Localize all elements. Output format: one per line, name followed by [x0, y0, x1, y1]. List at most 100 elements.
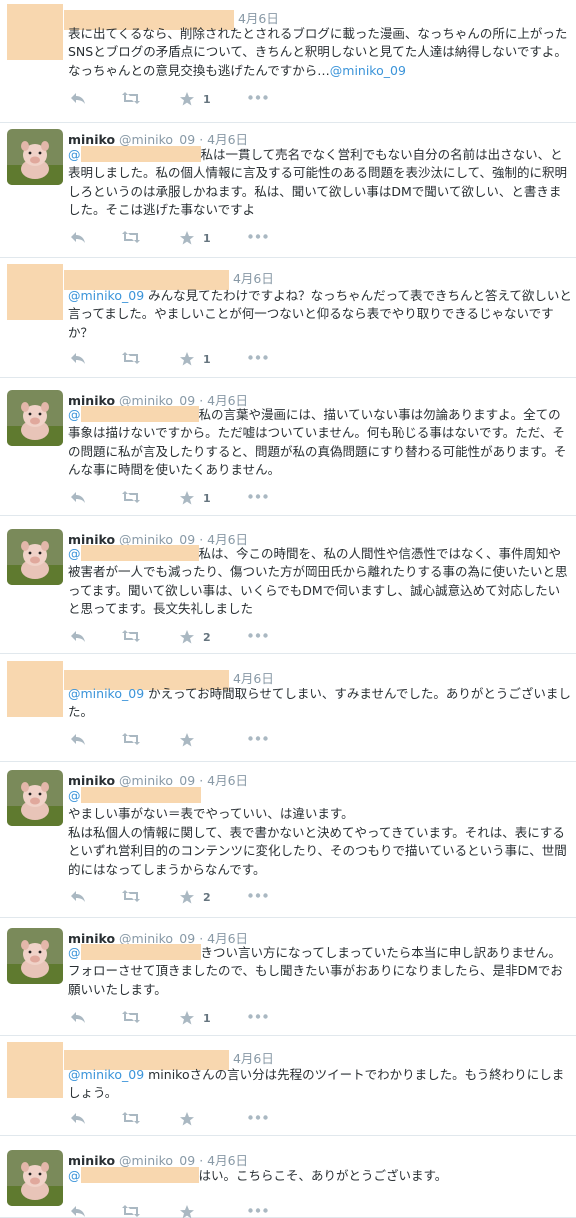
favorite-icon[interactable] — [180, 231, 194, 245]
author-handle[interactable]: @miniko_09 — [119, 1153, 195, 1168]
avatar[interactable] — [7, 928, 63, 984]
avatar[interactable] — [7, 129, 63, 185]
favorite-icon[interactable] — [180, 733, 194, 747]
reply-icon[interactable] — [70, 352, 86, 365]
separator-dot: · — [199, 132, 204, 147]
more-icon[interactable] — [248, 355, 268, 360]
more-icon[interactable] — [248, 633, 268, 638]
mention-link[interactable]: @miniko_09 — [68, 1067, 144, 1082]
more-icon[interactable] — [248, 494, 268, 499]
tweet[interactable]: miniko @miniko_09 · 4月6日 @ やましい事がない＝表でやってい… — [0, 762, 576, 918]
tweet[interactable]: miniko @miniko_09 · 4月6日 @ きつい言い方になってしまってい… — [0, 918, 576, 1036]
redacted-avatar[interactable] — [7, 264, 63, 320]
tweet[interactable]: miniko @miniko_09 · 4月6日 @ 私は一貫して売名でなく営利でも… — [0, 123, 576, 258]
reply-icon[interactable] — [70, 630, 86, 643]
favorite-icon[interactable] — [180, 352, 194, 366]
avatar[interactable] — [7, 390, 63, 446]
more-icon[interactable] — [248, 1208, 268, 1213]
tweet[interactable]: 4月6日 @miniko_09 みんな見てたわけですよね？なっちゃんだって表できち… — [0, 258, 576, 378]
author-name[interactable]: miniko — [68, 132, 115, 147]
reply-icon[interactable] — [70, 733, 86, 746]
retweet-icon[interactable] — [122, 890, 140, 902]
more-icon[interactable] — [248, 1115, 268, 1120]
author-handle[interactable]: @miniko_09 — [119, 132, 195, 147]
favorite-icon[interactable] — [180, 630, 194, 644]
tweet-body: かえってお時間取らせてしまい、すみませんでした。ありがとうございました。 — [68, 686, 571, 720]
reply-icon[interactable] — [70, 231, 86, 244]
mention-link[interactable]: @miniko_09 — [330, 63, 406, 78]
favorite-icon[interactable] — [180, 1112, 194, 1126]
favorite-count: 1 — [203, 232, 211, 245]
retweet-icon[interactable] — [122, 231, 140, 243]
retweet-icon[interactable] — [122, 630, 140, 642]
more-icon[interactable] — [248, 736, 268, 741]
tweet-date[interactable]: 4月6日 — [207, 773, 248, 788]
redacted-mention — [80, 787, 201, 803]
mention-link[interactable]: @ — [68, 407, 81, 422]
retweet-icon[interactable] — [122, 92, 140, 104]
mention-link[interactable]: @ — [68, 945, 81, 960]
avatar[interactable] — [7, 770, 63, 826]
tweet[interactable]: 4月6日 @miniko_09 かえってお時間取らせてしまい、すみませんでした。あ… — [0, 654, 576, 762]
favorite-count: 1 — [203, 93, 211, 106]
separator-dot: · — [199, 773, 204, 788]
favorite-icon[interactable] — [180, 890, 194, 904]
favorite-count: 1 — [203, 1012, 211, 1025]
tweet[interactable]: 4月6日 表に出てくるなら、削除されたとされるブログに載った漫画、なっちゃんの所に… — [0, 0, 576, 123]
author-handle[interactable]: @miniko_09 — [119, 773, 195, 788]
favorite-count: 2 — [203, 891, 211, 904]
avatar[interactable] — [7, 1150, 63, 1206]
mention-link[interactable]: @ — [68, 1168, 81, 1183]
more-icon[interactable] — [248, 95, 268, 100]
tweet-text-line: 私は私個人の情報に関して、表で書かないと決めてやってきています。それは、表にする… — [68, 824, 567, 877]
retweet-icon[interactable] — [122, 1205, 140, 1217]
tweet[interactable]: miniko @miniko_09 · 4月6日 @ 私の言葉や漫画には、描いていな… — [0, 378, 576, 516]
tweet-date[interactable]: 4月6日 — [233, 271, 274, 286]
favorite-count: 1 — [203, 353, 211, 366]
favorite-icon[interactable] — [180, 491, 194, 505]
tweet-date[interactable]: 4月6日 — [207, 1153, 248, 1168]
tweet-text-line: やましい事がない＝表でやっていい、は違います。 — [68, 806, 354, 822]
tweet-date[interactable]: 4月6日 — [238, 11, 279, 26]
tweet-date[interactable]: 4月6日 — [233, 671, 274, 686]
tweet-body: 表に出てくるなら、削除されたとされるブログに載った漫画、なっちゃんの所に上がった… — [68, 26, 568, 78]
tweet-date[interactable]: 4月6日 — [233, 1051, 274, 1066]
reply-icon[interactable] — [70, 890, 86, 903]
favorite-icon[interactable] — [180, 92, 194, 106]
mention-link[interactable]: @ — [68, 147, 81, 162]
redacted-avatar[interactable] — [7, 4, 63, 60]
more-icon[interactable] — [248, 1014, 268, 1019]
retweet-icon[interactable] — [122, 352, 140, 364]
reply-icon[interactable] — [70, 92, 86, 105]
retweet-icon[interactable] — [122, 491, 140, 503]
more-icon[interactable] — [248, 893, 268, 898]
author-name[interactable]: miniko — [68, 773, 115, 788]
tweet-body: みんな見てたわけですよね？なっちゃんだって表できちんと答えて欲しいと言ってました… — [68, 288, 572, 340]
mention-link[interactable]: @miniko_09 — [68, 686, 144, 701]
redacted-avatar[interactable] — [7, 1042, 63, 1098]
favorite-icon[interactable] — [180, 1205, 194, 1218]
redacted-avatar[interactable] — [7, 661, 63, 717]
tweet-text: @ 私は、今この時間を、私の人間性や信憑性ではなく、事件周知や被害者が一人でも減っ… — [68, 545, 572, 619]
author-name[interactable]: miniko — [68, 1153, 115, 1168]
reply-icon[interactable] — [70, 1011, 86, 1024]
retweet-icon[interactable] — [122, 733, 140, 745]
tweet-date[interactable]: 4月6日 — [207, 132, 248, 147]
favorite-icon[interactable] — [180, 1011, 194, 1025]
tweet[interactable]: miniko @miniko_09 · 4月6日 @ はい。こちらこそ、ありがとうご… — [0, 1136, 576, 1218]
mention-link[interactable]: @ — [68, 788, 81, 803]
retweet-icon[interactable] — [122, 1112, 140, 1124]
tweet-text: @miniko_09 かえってお時間取らせてしまい、すみませんでした。ありがとう… — [68, 685, 572, 722]
reply-icon[interactable] — [70, 491, 86, 504]
avatar[interactable] — [7, 529, 63, 585]
tweet[interactable]: miniko @miniko_09 · 4月6日 @ 私は、今この時間を、私の人間性… — [0, 516, 576, 654]
retweet-icon[interactable] — [122, 1011, 140, 1023]
tweet[interactable]: 4月6日 @miniko_09 minikoさんの言い分は先程のツイートでわかりま… — [0, 1036, 576, 1136]
reply-icon[interactable] — [70, 1205, 86, 1218]
tweet-body: はい。こちらこそ、ありがとうございます。 — [198, 1168, 448, 1183]
mention-link[interactable]: @ — [68, 546, 81, 561]
mention-link[interactable]: @miniko_09 — [68, 288, 144, 303]
more-icon[interactable] — [248, 234, 268, 239]
redacted-mention — [80, 1167, 199, 1183]
reply-icon[interactable] — [70, 1112, 86, 1125]
